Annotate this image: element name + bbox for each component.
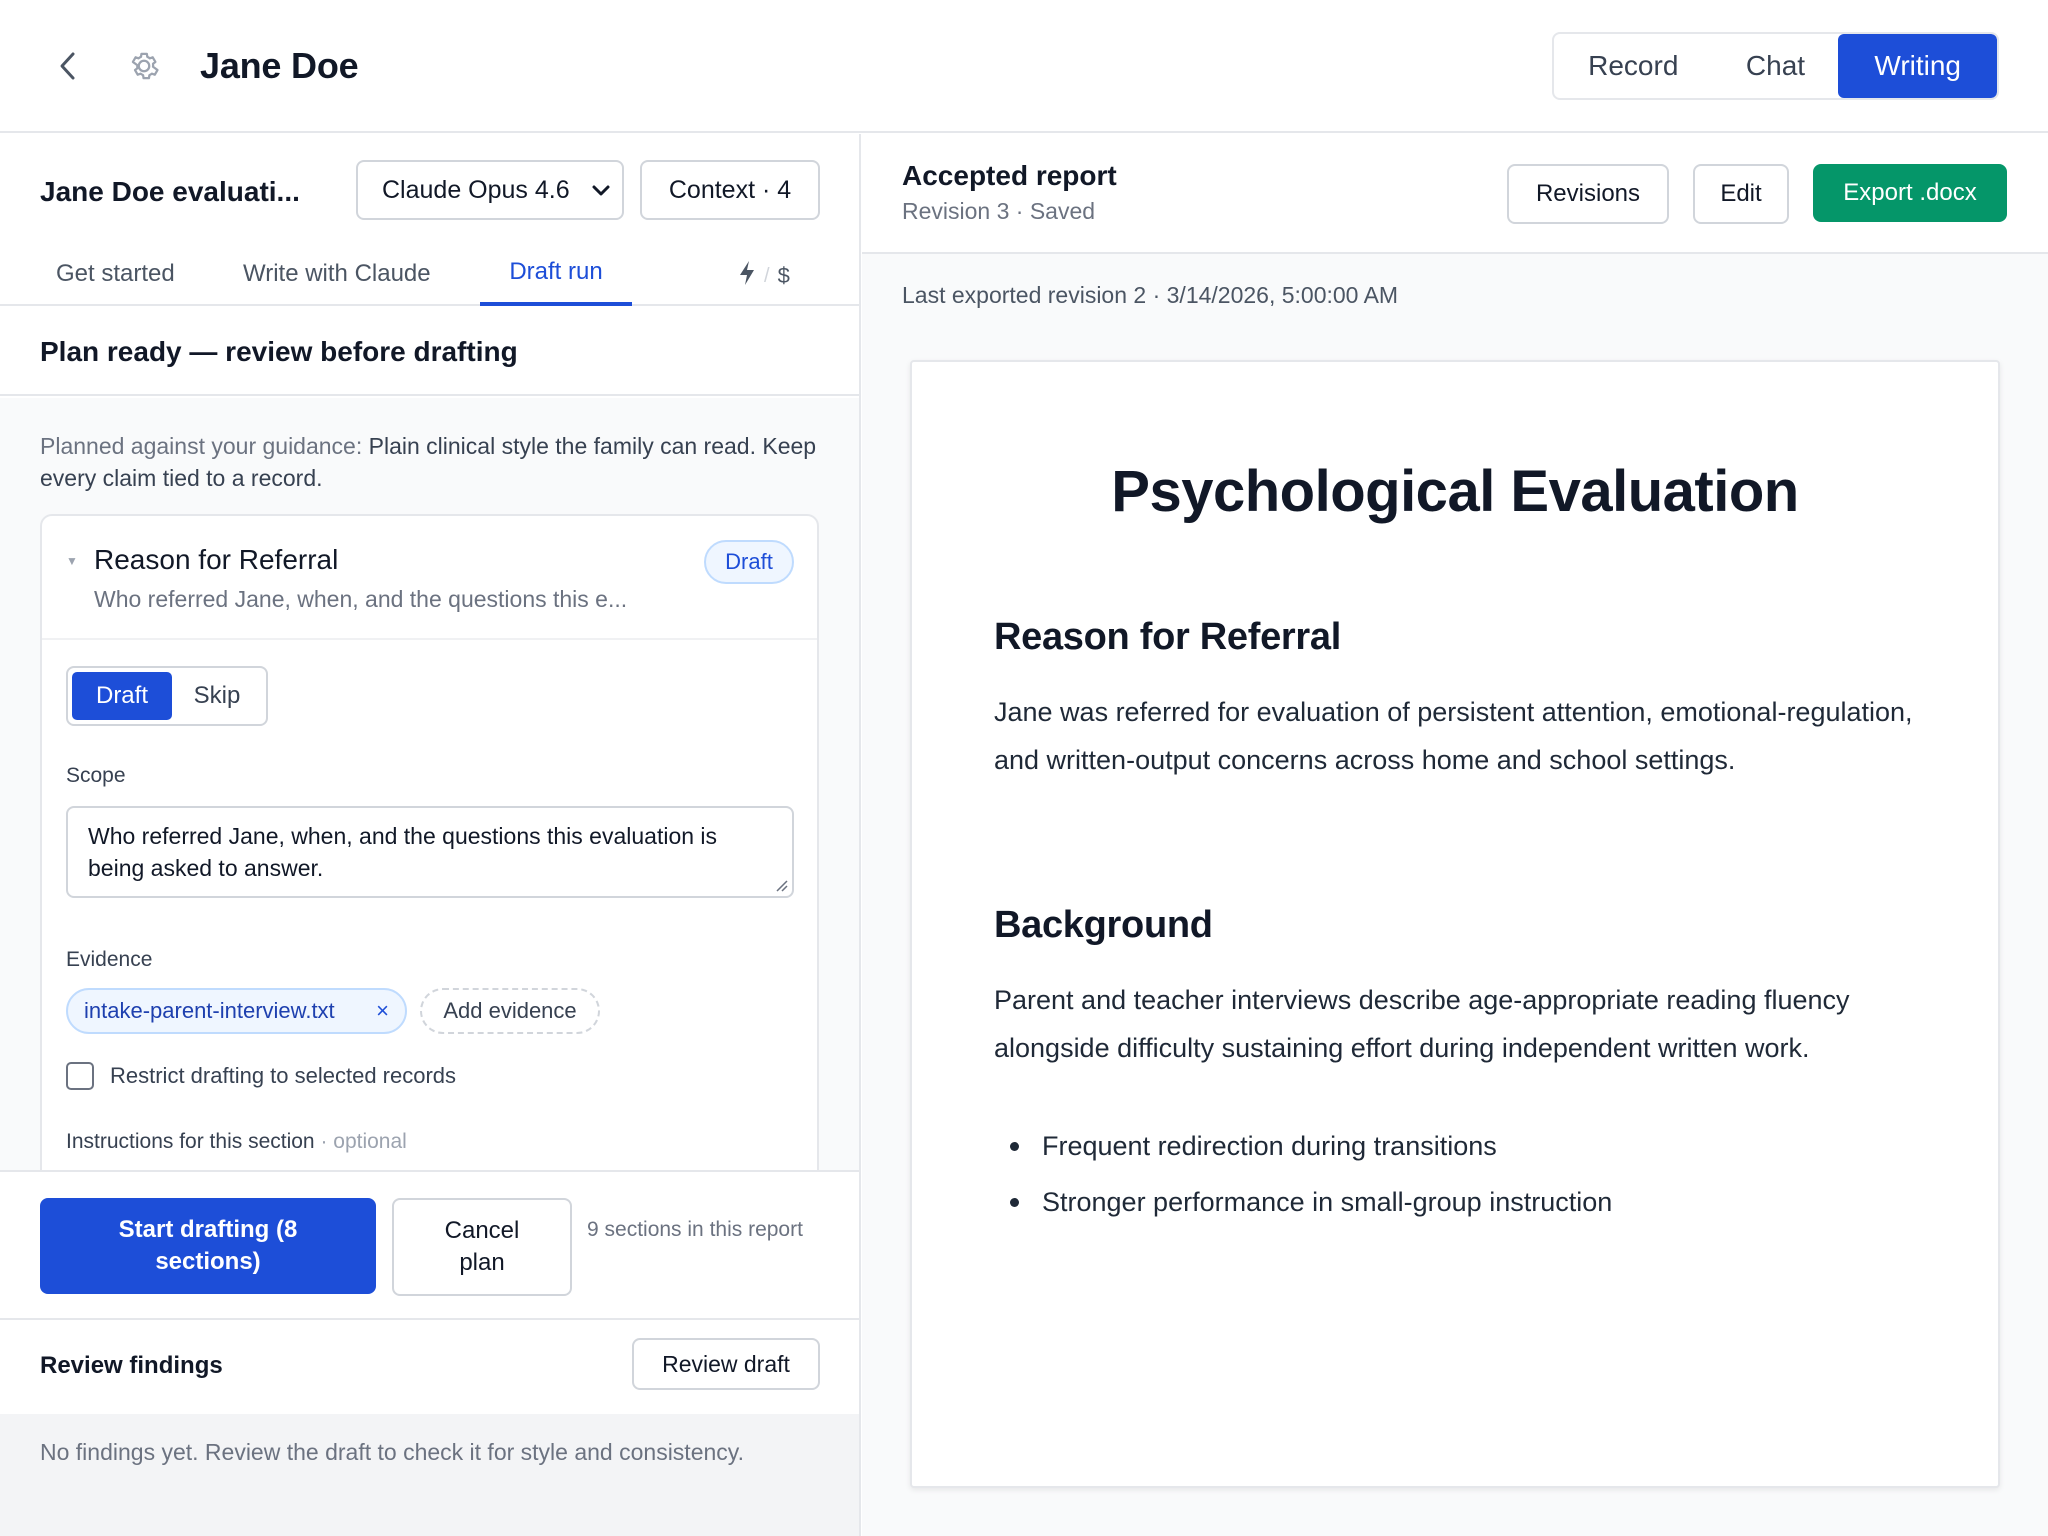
revisions-button[interactable]: Revisions	[1507, 164, 1669, 224]
draft-option-button[interactable]: Draft	[72, 672, 172, 720]
tab-draft-run[interactable]: Draft run	[480, 242, 632, 306]
section-header[interactable]: ▼ Reason for Referral Who referred Jane,…	[42, 516, 817, 640]
bolt-icon[interactable]	[738, 260, 756, 292]
findings-body: No findings yet. Review the draft to che…	[0, 1414, 859, 1536]
list-item: Frequent redirection during transitions	[994, 1118, 1934, 1174]
section-heading: Reason for Referral	[994, 616, 1341, 658]
section-title: Reason for Referral	[94, 544, 339, 575]
page-title: Jane Doe	[200, 45, 359, 86]
section-body: Parent and teacher interviews describe a…	[994, 985, 1850, 1063]
evidence-chip: intake-parent-interview.txt ×	[66, 988, 407, 1034]
mode-switch: Record Chat Writing	[1552, 32, 1999, 100]
guidance-label: Planned against your guidance:	[40, 433, 363, 459]
restrict-option: Restrict drafting to selected records	[66, 1062, 456, 1090]
cancel-plan-button[interactable]: Cancel plan	[392, 1198, 572, 1296]
plan-header: Plan ready — review before drafting	[0, 308, 859, 396]
draft-skip-toggle: Draft Skip	[66, 666, 268, 726]
document-title: Psychological Evaluation	[1111, 459, 1799, 524]
instructions-label-text: Instructions for this section	[66, 1130, 315, 1153]
section-card: ▼ Reason for Referral Who referred Jane,…	[40, 514, 819, 1170]
plan-body: Planned against your guidance: Plain cli…	[0, 398, 859, 1170]
remove-evidence-icon[interactable]: ×	[376, 998, 389, 1024]
right-panel: Accepted report Revision 3 · Saved Revis…	[862, 134, 2048, 1536]
chevron-down-icon	[588, 178, 614, 204]
resize-handle-icon[interactable]	[774, 878, 788, 892]
skip-option-button[interactable]: Skip	[172, 672, 262, 720]
section-subtitle: Who referred Jane, when, and the questio…	[94, 586, 628, 612]
last-exported-text: Last exported revision 2 · 3/14/2026, 5:…	[902, 282, 1399, 308]
report-title: Accepted report	[902, 160, 1117, 191]
chevron-left-icon	[60, 52, 75, 80]
tab-tools: / $	[738, 260, 790, 292]
sections-count-note: 9 sections in this report	[587, 1218, 803, 1241]
tab-bar: Get started Write with Claude Draft run …	[0, 242, 859, 306]
scope-textarea[interactable]: Who referred Jane, when, and the questio…	[66, 806, 794, 898]
document-name: Jane Doe evaluati...	[40, 176, 300, 207]
back-button[interactable]	[52, 48, 84, 84]
findings-header: Review findings Review draft	[0, 1322, 859, 1414]
mode-record-button[interactable]: Record	[1554, 34, 1713, 98]
plan-title: Plan ready — review before drafting	[40, 336, 518, 367]
section-heading: Background	[994, 904, 1213, 946]
section-body: Jane was referred for evaluation of pers…	[994, 697, 1913, 775]
restrict-checkbox[interactable]	[66, 1062, 94, 1090]
model-select[interactable]: Claude Opus 4.6	[356, 160, 624, 220]
cost-button[interactable]: $	[778, 263, 790, 289]
edit-button[interactable]: Edit	[1693, 164, 1789, 224]
findings-title: Review findings	[40, 1352, 223, 1379]
list-item: Stronger performance in small-group inst…	[994, 1174, 1934, 1230]
top-bar: Jane Doe Record Chat Writing	[0, 0, 2048, 133]
evidence-label: Evidence	[66, 948, 153, 971]
context-button[interactable]: Context · 4	[640, 160, 820, 220]
document-preview: Psychological Evaluation Reason for Refe…	[910, 360, 2000, 1488]
mode-writing-button[interactable]: Writing	[1838, 34, 1997, 98]
report-revision: Revision 3 · Saved	[902, 198, 1096, 224]
model-select-value: Claude Opus 4.6	[382, 175, 570, 204]
report-header: Accepted report Revision 3 · Saved Revis…	[862, 134, 2048, 254]
scope-label: Scope	[66, 764, 126, 787]
gear-icon	[131, 52, 159, 80]
left-panel: Jane Doe evaluati... Claude Opus 4.6 Con…	[0, 134, 861, 1536]
action-bar: Start drafting (8 sections) Cancel plan …	[0, 1170, 859, 1320]
bullet-list: Frequent redirection during transitions …	[994, 1118, 1934, 1230]
tab-tools-separator: /	[764, 264, 770, 287]
guidance-text: Planned against your guidance: Plain cli…	[40, 430, 830, 494]
restrict-label: Restrict drafting to selected records	[110, 1063, 457, 1088]
mode-chat-button[interactable]: Chat	[1713, 34, 1839, 98]
export-docx-button[interactable]: Export .docx	[1813, 164, 2007, 222]
scope-value: Who referred Jane, when, and the questio…	[88, 823, 718, 881]
findings-empty-text: No findings yet. Review the draft to che…	[40, 1439, 744, 1465]
settings-button[interactable]	[124, 46, 164, 86]
optional-hint: · optional	[314, 1130, 407, 1153]
review-draft-button[interactable]: Review draft	[632, 1338, 820, 1390]
caret-down-icon[interactable]: ▼	[66, 554, 78, 568]
add-evidence-button[interactable]: Add evidence	[420, 988, 600, 1034]
start-drafting-button[interactable]: Start drafting (8 sections)	[40, 1198, 376, 1294]
evidence-chip-label: intake-parent-interview.txt	[84, 998, 335, 1023]
tab-get-started[interactable]: Get started	[56, 242, 175, 306]
instructions-label: Instructions for this section · optional	[66, 1130, 407, 1154]
status-badge: Draft	[704, 540, 794, 584]
tab-write-with-claude[interactable]: Write with Claude	[243, 242, 431, 306]
